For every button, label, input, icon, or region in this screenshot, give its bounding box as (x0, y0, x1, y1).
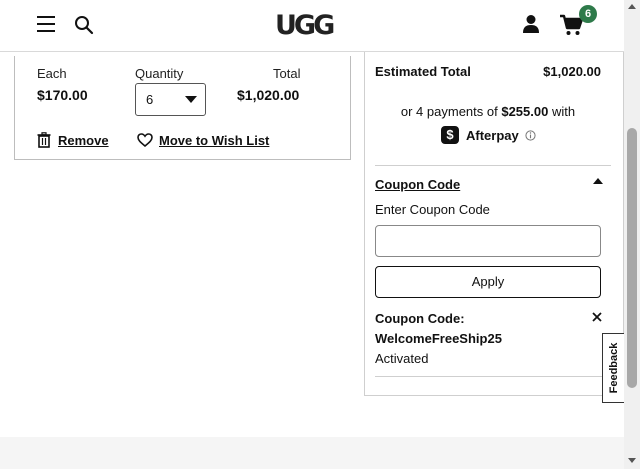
chevron-down-icon (185, 96, 197, 103)
each-price: $170.00 (37, 87, 88, 103)
apply-coupon-button[interactable]: Apply (375, 266, 601, 298)
heart-icon[interactable] (137, 133, 153, 147)
chevron-up-icon[interactable] (593, 178, 603, 184)
scroll-up-arrow-icon[interactable] (628, 4, 636, 9)
hamburger-menu-icon[interactable] (37, 16, 55, 32)
close-icon[interactable] (592, 312, 602, 322)
applied-coupon-code: WelcomeFreeShip25 (375, 331, 502, 346)
quantity-label: Quantity (135, 66, 184, 81)
summary-divider (375, 376, 611, 377)
afterpay-suffix: with (551, 104, 576, 119)
feedback-tab[interactable]: Feedback (602, 333, 624, 403)
quantity-select[interactable]: 6 (135, 83, 206, 116)
brand-logo[interactable]: UGG (275, 10, 341, 42)
account-icon[interactable] (522, 14, 540, 34)
summary-divider (375, 165, 611, 166)
scroll-down-arrow-icon[interactable] (628, 458, 636, 463)
quantity-value: 6 (146, 92, 154, 107)
cart-item-card: Each $170.00 Quantity 6 Total $1,020.00 … (14, 56, 351, 160)
applied-coupon-status: Activated (375, 351, 429, 366)
info-icon[interactable] (525, 130, 536, 141)
trash-icon[interactable] (37, 132, 51, 148)
move-to-wishlist-link[interactable]: Move to Wish List (159, 133, 269, 148)
afterpay-installments: or 4 payments of $255.00 with (365, 104, 611, 119)
total-price: $1,020.00 (237, 87, 300, 103)
afterpay-amount: $255.00 (501, 104, 549, 119)
coupon-code-toggle[interactable]: Coupon Code (375, 177, 460, 192)
remove-link[interactable]: Remove (58, 133, 109, 148)
search-icon[interactable] (74, 15, 94, 35)
afterpay-prefix: or 4 payments of (400, 104, 498, 119)
coupon-field-label: Enter Coupon Code (375, 202, 490, 217)
site-header: UGG 6 (0, 0, 624, 52)
estimated-total-value: $1,020.00 (543, 64, 601, 79)
total-label: Total (273, 66, 301, 81)
afterpay-logo-icon: $ (441, 126, 459, 144)
scrollbar-thumb[interactable] (627, 128, 637, 388)
estimated-total-label: Estimated Total (375, 64, 471, 79)
feedback-label: Feedback (608, 342, 620, 394)
afterpay-brand: Afterpay (466, 128, 519, 143)
coupon-code-input[interactable] (375, 225, 601, 257)
cart-count-badge: 6 (579, 5, 597, 23)
each-label: Each (37, 66, 67, 81)
footer-strip (0, 437, 624, 469)
vertical-scrollbar[interactable] (624, 0, 640, 469)
applied-coupon-label: Coupon Code: (375, 311, 465, 326)
order-summary-panel: Estimated Total $1,020.00 or 4 payments … (364, 52, 624, 396)
